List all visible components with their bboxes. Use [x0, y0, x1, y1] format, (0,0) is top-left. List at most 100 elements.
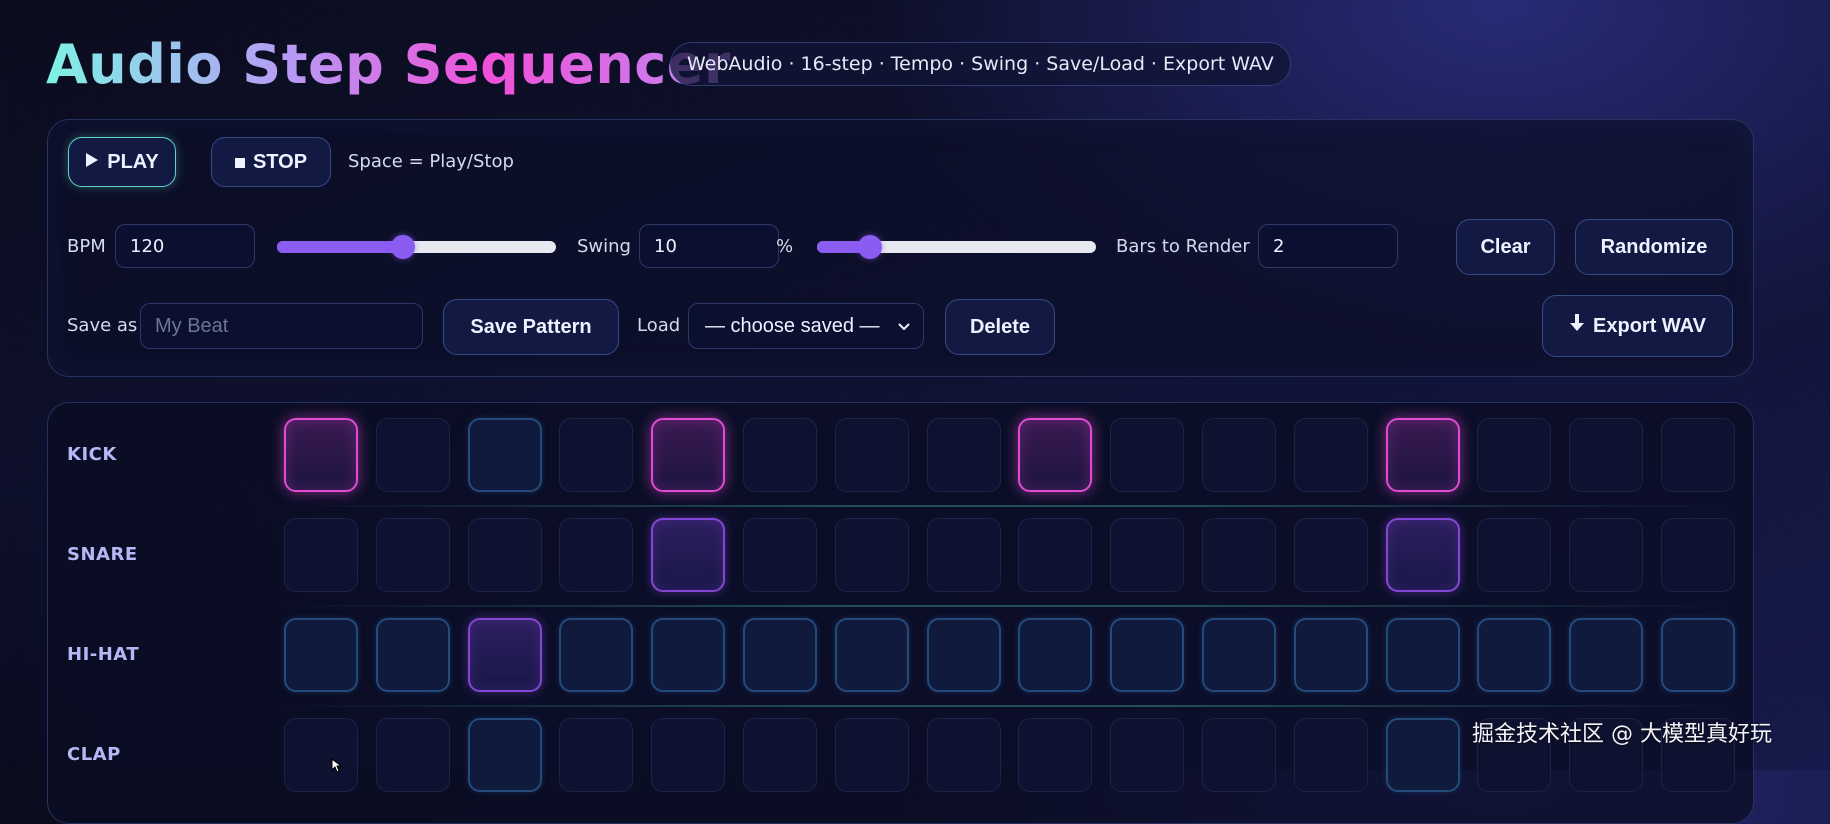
controls-panel: PLAY STOP Space = Play/Stop BPM Swing % …: [47, 119, 1754, 377]
step-cell[interactable]: [1293, 518, 1368, 592]
track-divider: [280, 705, 1730, 707]
randomize-button[interactable]: Randomize: [1575, 219, 1733, 275]
step-cell[interactable]: [284, 518, 358, 592]
step-cell[interactable]: [1477, 418, 1552, 492]
step-cell[interactable]: [284, 418, 358, 492]
step-cell[interactable]: [743, 618, 817, 692]
bpm-slider[interactable]: [277, 235, 556, 259]
swing-unit: %: [776, 236, 794, 257]
step-cell[interactable]: [375, 518, 450, 592]
save-as-label: Save as: [67, 315, 138, 336]
stop-button[interactable]: STOP: [211, 137, 331, 187]
save-name-input[interactable]: [140, 303, 423, 349]
bpm-slider-fill: [277, 241, 403, 253]
step-cell[interactable]: [559, 618, 634, 692]
step-cell[interactable]: [651, 518, 726, 592]
step-cell[interactable]: [1385, 718, 1460, 792]
step-cell[interactable]: [1385, 418, 1460, 492]
download-arrow-icon: [1569, 313, 1585, 339]
swing-slider-thumb[interactable]: [858, 235, 882, 259]
feature-pill: WebAudio · 16-step · Tempo · Swing · Sav…: [670, 42, 1291, 86]
step-cell[interactable]: [284, 618, 358, 692]
bpm-slider-thumb[interactable]: [390, 235, 415, 259]
step-cell[interactable]: [284, 718, 358, 792]
chevron-down-icon: [897, 315, 911, 338]
step-cell[interactable]: [1293, 418, 1368, 492]
stop-label: STOP: [252, 150, 308, 173]
step-cell[interactable]: [834, 718, 909, 792]
clear-button[interactable]: Clear: [1456, 219, 1555, 275]
step-cell[interactable]: [926, 718, 1001, 792]
step-cell[interactable]: [1477, 618, 1552, 692]
export-wav-button[interactable]: Export WAV: [1542, 295, 1733, 357]
step-cell[interactable]: [467, 418, 542, 492]
step-cell[interactable]: [1477, 518, 1552, 592]
step-cell[interactable]: [834, 418, 909, 492]
step-cell[interactable]: [467, 718, 542, 792]
load-selected-value: — choose saved —: [705, 314, 880, 337]
step-cell[interactable]: [834, 618, 909, 692]
delete-button[interactable]: Delete: [945, 299, 1055, 355]
stop-icon: [234, 151, 245, 174]
step-cell[interactable]: [559, 418, 634, 492]
step-cell[interactable]: [743, 718, 817, 792]
step-cell[interactable]: [559, 718, 634, 792]
step-cell[interactable]: [1661, 618, 1735, 692]
step-cell[interactable]: [1385, 518, 1460, 592]
step-cell[interactable]: [559, 518, 634, 592]
save-pattern-button[interactable]: Save Pattern: [443, 299, 619, 355]
step-cell[interactable]: [1569, 618, 1644, 692]
bars-label: Bars to Render: [1116, 236, 1250, 257]
step-cell[interactable]: [1661, 418, 1735, 492]
watermark: 掘金技术社区 @ 大模型真好玩: [1472, 722, 1772, 747]
step-cell[interactable]: [1202, 518, 1276, 592]
step-cell[interactable]: [651, 618, 726, 692]
mouse-cursor-icon: [331, 758, 342, 773]
step-cell[interactable]: [743, 418, 817, 492]
step-cell[interactable]: [375, 718, 450, 792]
export-wav-label: Export WAV: [1593, 314, 1706, 337]
step-cell[interactable]: [1110, 418, 1185, 492]
step-cell[interactable]: [1661, 518, 1735, 592]
step-cell[interactable]: [1018, 618, 1093, 692]
play-icon: [85, 151, 99, 174]
load-select[interactable]: — choose saved —: [688, 303, 924, 349]
step-cell[interactable]: [651, 718, 726, 792]
step-cell[interactable]: [375, 618, 450, 692]
step-cell[interactable]: [1569, 418, 1644, 492]
track-divider: [280, 505, 1730, 507]
step-cell[interactable]: [467, 618, 542, 692]
step-cell[interactable]: [926, 618, 1001, 692]
track-divider: [280, 605, 1730, 607]
swing-input[interactable]: [639, 224, 779, 268]
step-cell[interactable]: [743, 518, 817, 592]
step-cell[interactable]: [1018, 518, 1093, 592]
step-cell[interactable]: [834, 518, 909, 592]
swing-slider[interactable]: [817, 235, 1096, 259]
step-cell[interactable]: [1202, 418, 1276, 492]
play-label: PLAY: [107, 150, 159, 173]
step-cell[interactable]: [1018, 718, 1093, 792]
step-cell[interactable]: [1018, 418, 1093, 492]
track-label-hi-hat: HI-HAT: [67, 644, 140, 665]
step-cell[interactable]: [1569, 518, 1644, 592]
step-cell[interactable]: [1385, 618, 1460, 692]
load-label: Load: [637, 315, 681, 336]
step-cell[interactable]: [1110, 718, 1185, 792]
step-cell[interactable]: [375, 418, 450, 492]
step-cell[interactable]: [1293, 618, 1368, 692]
step-cell[interactable]: [1202, 718, 1276, 792]
track-label-clap: CLAP: [67, 744, 121, 765]
play-button[interactable]: PLAY: [68, 137, 176, 187]
step-cell[interactable]: [926, 518, 1001, 592]
step-cell[interactable]: [1110, 518, 1185, 592]
step-cell[interactable]: [467, 518, 542, 592]
bpm-input[interactable]: [115, 224, 255, 268]
step-cell[interactable]: [926, 418, 1001, 492]
swing-label: Swing: [577, 236, 631, 257]
step-cell[interactable]: [1202, 618, 1276, 692]
bars-input[interactable]: [1258, 224, 1398, 268]
step-cell[interactable]: [1110, 618, 1185, 692]
step-cell[interactable]: [1293, 718, 1368, 792]
step-cell[interactable]: [651, 418, 726, 492]
